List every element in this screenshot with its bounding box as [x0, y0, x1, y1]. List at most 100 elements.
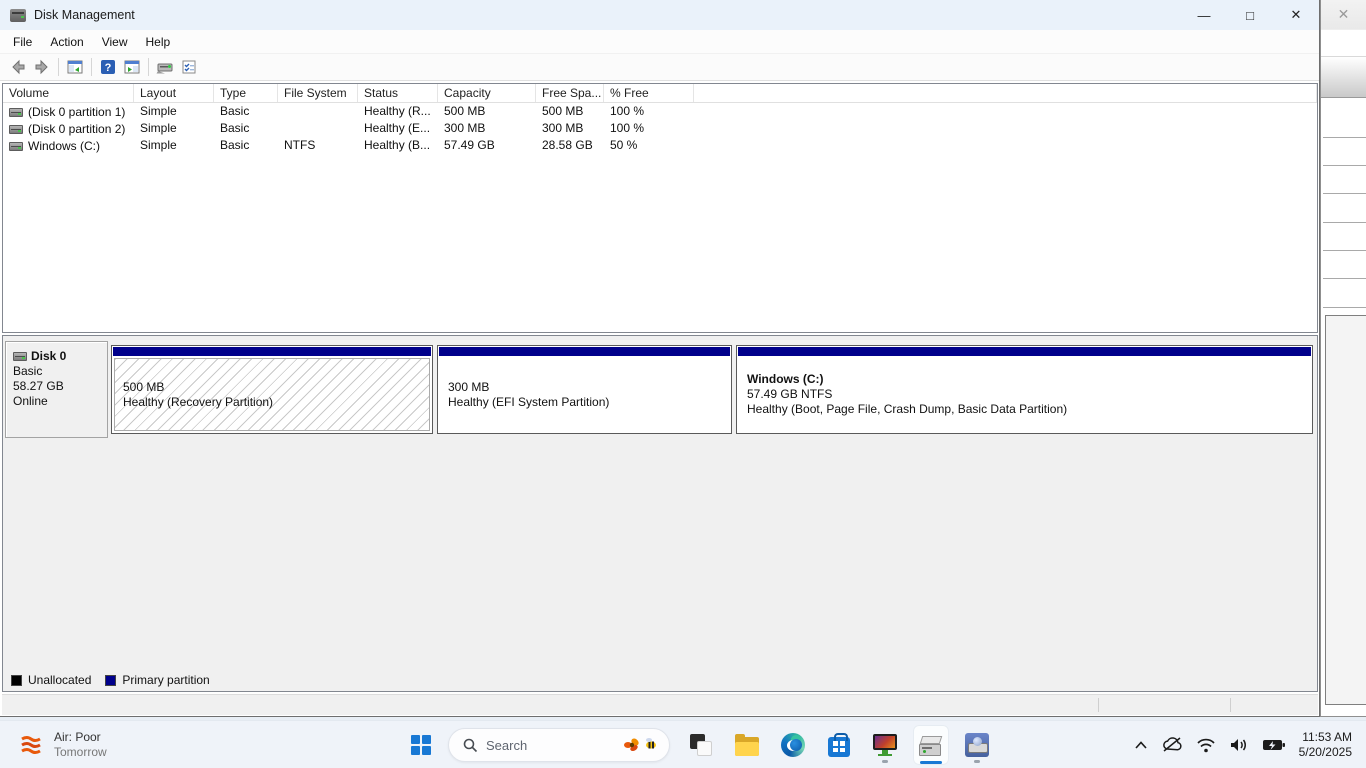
- show-console-tree-button[interactable]: [63, 56, 87, 78]
- console-tree-icon: [67, 59, 83, 75]
- column-header-status[interactable]: Status: [358, 84, 438, 102]
- partition-size: 500 MB: [123, 380, 421, 395]
- background-list-row: [1323, 222, 1366, 223]
- clock[interactable]: 11:53 AM 5/20/2025: [1299, 730, 1352, 760]
- weather-widget[interactable]: Air: Poor Tomorrow: [10, 725, 115, 765]
- cell-pct-free: 100 %: [604, 103, 694, 120]
- cell-file-system: NTFS: [278, 137, 358, 154]
- menu-file[interactable]: File: [4, 32, 41, 52]
- cell-file-system: [278, 120, 358, 137]
- volume-icon[interactable]: [1229, 737, 1249, 753]
- volume-list-pane: Volume Layout Type File System Status Ca…: [2, 83, 1318, 333]
- column-header-volume[interactable]: Volume: [3, 84, 134, 102]
- background-close-icon[interactable]: ✕: [1338, 6, 1350, 23]
- monitor-app-button[interactable]: [867, 725, 903, 765]
- cell-capacity: 500 MB: [438, 103, 536, 120]
- cell-pct-free: 50 %: [604, 137, 694, 154]
- background-list-row: [1323, 137, 1366, 138]
- partition-windows-c[interactable]: Windows (C:) 57.49 GB NTFS Healthy (Boot…: [736, 345, 1313, 434]
- cell-free-space: 28.58 GB: [536, 137, 604, 154]
- background-window-toolbar: [1321, 56, 1366, 98]
- legend: Unallocated Primary partition: [11, 672, 210, 688]
- chevron-up-icon[interactable]: [1134, 740, 1148, 750]
- weather-subtext: Tomorrow: [54, 745, 107, 760]
- menu-view[interactable]: View: [93, 32, 137, 52]
- search-box[interactable]: Search: [448, 728, 670, 762]
- background-list-row: [1323, 278, 1366, 279]
- back-arrow-icon: [10, 59, 26, 75]
- partition-size: 300 MB: [448, 380, 721, 395]
- menubar: File Action View Help: [0, 30, 1319, 54]
- volume-list-header: Volume Layout Type File System Status Ca…: [3, 84, 1317, 103]
- menu-action[interactable]: Action: [41, 32, 92, 52]
- partition-status: Healthy (Recovery Partition): [123, 395, 421, 410]
- column-header-pct-free[interactable]: % Free: [604, 84, 694, 102]
- column-header-type[interactable]: Type: [214, 84, 278, 102]
- cell-type: Basic: [214, 103, 278, 120]
- taskbar-app-icons: [683, 725, 995, 765]
- volume-row-windows-c[interactable]: Windows (C:) Simple Basic NTFS Healthy (…: [3, 137, 1317, 154]
- titlebar[interactable]: Disk Management — □ ✕: [0, 0, 1319, 30]
- clock-date: 5/20/2025: [1299, 745, 1352, 760]
- column-header-layout[interactable]: Layout: [134, 84, 214, 102]
- show-action-pane-button[interactable]: [120, 56, 144, 78]
- cell-layout: Simple: [134, 103, 214, 120]
- forward-button[interactable]: [30, 56, 54, 78]
- volume-name: (Disk 0 partition 2): [28, 122, 125, 136]
- background-list-row: [1323, 165, 1366, 166]
- cell-capacity: 300 MB: [438, 120, 536, 137]
- clock-time: 11:53 AM: [1299, 730, 1352, 745]
- properties-list-button[interactable]: [177, 56, 201, 78]
- minimize-button[interactable]: —: [1181, 0, 1227, 30]
- task-view-button[interactable]: [683, 725, 719, 765]
- volume-name: (Disk 0 partition 1): [28, 105, 125, 119]
- cell-layout: Simple: [134, 120, 214, 137]
- column-header-free-space[interactable]: Free Spa...: [536, 84, 604, 102]
- file-explorer-button[interactable]: [729, 725, 765, 765]
- drive-status-button[interactable]: [153, 56, 177, 78]
- volume-row-partition-1[interactable]: (Disk 0 partition 1) Simple Basic Health…: [3, 103, 1317, 120]
- start-button[interactable]: [403, 725, 439, 765]
- partition-status: Healthy (Boot, Page File, Crash Dump, Ba…: [747, 402, 1302, 417]
- file-explorer-icon: [735, 737, 759, 756]
- disk-0-info-panel[interactable]: Disk 0 Basic 58.27 GB Online: [5, 341, 108, 438]
- microsoft-store-button[interactable]: [821, 725, 857, 765]
- menu-help[interactable]: Help: [137, 32, 180, 52]
- hardware-app-button[interactable]: [959, 725, 995, 765]
- volume-icon: [9, 125, 23, 134]
- partition-strip: 500 MB Healthy (Recovery Partition) 300 …: [111, 345, 1313, 434]
- battery-charging-icon[interactable]: [1262, 737, 1286, 753]
- disk-status: Online: [13, 394, 101, 409]
- maximize-button[interactable]: □: [1227, 0, 1273, 30]
- hardware-app-icon: [965, 733, 989, 757]
- graphical-view-pane: Disk 0 Basic 58.27 GB Online 500 MB Heal…: [2, 335, 1318, 692]
- desktop: ✕ Disk Management — □ ✕ File Action View…: [0, 0, 1366, 768]
- volume-name: Windows (C:): [28, 139, 100, 153]
- disk-management-window: Disk Management — □ ✕ File Action View H…: [0, 0, 1320, 717]
- column-header-file-system[interactable]: File System: [278, 84, 358, 102]
- volume-row-partition-2[interactable]: (Disk 0 partition 2) Simple Basic Health…: [3, 120, 1317, 137]
- disk-icon: [13, 352, 27, 361]
- background-list-row: [1323, 250, 1366, 251]
- partition-recovery[interactable]: 500 MB Healthy (Recovery Partition): [111, 345, 433, 434]
- background-window[interactable]: ✕: [1320, 0, 1366, 717]
- close-button[interactable]: ✕: [1273, 0, 1319, 30]
- wifi-icon[interactable]: [1196, 737, 1216, 753]
- column-header-capacity[interactable]: Capacity: [438, 84, 536, 102]
- bee-icon: [643, 736, 659, 752]
- onedrive-offline-icon[interactable]: [1161, 736, 1183, 754]
- back-button[interactable]: [6, 56, 30, 78]
- partition-efi[interactable]: 300 MB Healthy (EFI System Partition): [437, 345, 732, 434]
- column-header-filler: [694, 84, 1317, 102]
- cell-status: Healthy (B...: [358, 137, 438, 154]
- volume-icon: [9, 108, 23, 117]
- disk-type: Basic: [13, 364, 101, 379]
- edge-icon: [781, 733, 805, 757]
- disk-management-taskbar-button[interactable]: [913, 725, 949, 765]
- edge-button[interactable]: [775, 725, 811, 765]
- primary-partition-swatch: [105, 675, 116, 686]
- cell-status: Healthy (R...: [358, 103, 438, 120]
- task-view-icon: [690, 734, 712, 756]
- help-button[interactable]: ?: [96, 56, 120, 78]
- action-pane-icon: [124, 59, 140, 75]
